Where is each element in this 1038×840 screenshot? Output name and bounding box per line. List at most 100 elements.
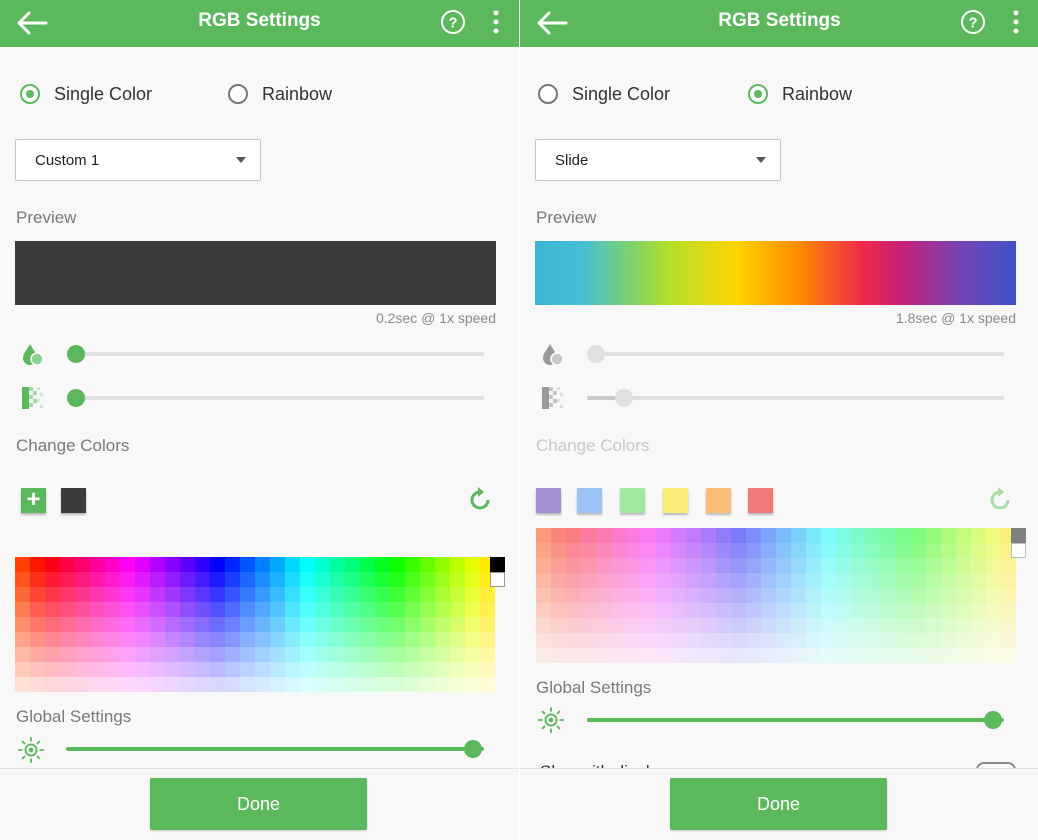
color-cell[interactable] (551, 633, 566, 648)
color-cell[interactable] (731, 618, 746, 633)
color-cell[interactable] (285, 557, 300, 572)
color-cell[interactable] (896, 528, 911, 543)
color-cell[interactable] (746, 588, 761, 603)
color-cell[interactable] (270, 632, 285, 647)
color-cell[interactable] (255, 617, 270, 632)
radio-single-color[interactable]: Single Color (20, 82, 152, 106)
color-cell[interactable] (270, 677, 285, 692)
color-cell[interactable] (641, 543, 656, 558)
color-cell[interactable] (450, 677, 465, 692)
color-cell[interactable] (626, 543, 641, 558)
color-cell[interactable] (150, 602, 165, 617)
color-cell[interactable] (240, 602, 255, 617)
color-cell[interactable] (420, 647, 435, 662)
color-cell[interactable] (270, 587, 285, 602)
color-cell[interactable] (941, 648, 956, 663)
color-cell[interactable] (791, 633, 806, 648)
color-cell[interactable] (551, 558, 566, 573)
color-cell[interactable] (611, 558, 626, 573)
color-cell[interactable] (105, 557, 120, 572)
color-cell[interactable] (420, 677, 435, 692)
color-cell[interactable] (551, 648, 566, 663)
color-cell[interactable] (210, 587, 225, 602)
color-cell[interactable] (465, 647, 480, 662)
color-cell[interactable] (1001, 588, 1016, 603)
color-cell[interactable] (866, 573, 881, 588)
color-cell[interactable] (405, 677, 420, 692)
color-cell[interactable] (285, 617, 300, 632)
color-cell[interactable] (330, 587, 345, 602)
color-cell[interactable] (701, 543, 716, 558)
color-cell[interactable] (686, 573, 701, 588)
color-cell[interactable] (551, 603, 566, 618)
color-cell[interactable] (150, 587, 165, 602)
color-cell[interactable] (716, 633, 731, 648)
color-cell[interactable] (45, 617, 60, 632)
color-cell[interactable] (270, 572, 285, 587)
color-cell[interactable] (45, 587, 60, 602)
color-cell[interactable] (120, 662, 135, 677)
color-cell[interactable] (150, 632, 165, 647)
color-cell[interactable] (480, 617, 495, 632)
color-cell[interactable] (135, 602, 150, 617)
reset-icon[interactable] (466, 486, 494, 514)
color-cell[interactable] (285, 602, 300, 617)
color-cell[interactable] (701, 528, 716, 543)
color-cell[interactable] (626, 588, 641, 603)
radio-rainbow[interactable]: Rainbow (748, 82, 852, 106)
color-cell[interactable] (435, 587, 450, 602)
color-cell[interactable] (150, 617, 165, 632)
color-cell[interactable] (641, 558, 656, 573)
color-cell[interactable] (300, 647, 315, 662)
color-cell[interactable] (626, 603, 641, 618)
color-cell[interactable] (480, 632, 495, 647)
color-cell[interactable] (956, 588, 971, 603)
color-cell[interactable] (90, 617, 105, 632)
color-cell[interactable] (881, 588, 896, 603)
color-cell[interactable] (30, 557, 45, 572)
color-cell[interactable] (90, 602, 105, 617)
color-cell[interactable] (105, 617, 120, 632)
color-cell[interactable] (971, 603, 986, 618)
add-color-button[interactable]: + (21, 488, 46, 513)
color-cell[interactable] (566, 618, 581, 633)
color-cell[interactable] (641, 573, 656, 588)
color-cell[interactable] (60, 632, 75, 647)
color-cell[interactable] (596, 543, 611, 558)
color-cell[interactable] (701, 558, 716, 573)
color-cell[interactable] (551, 618, 566, 633)
color-cell[interactable] (911, 603, 926, 618)
color-cell[interactable] (105, 677, 120, 692)
color-cell[interactable] (806, 648, 821, 663)
color-cell[interactable] (360, 602, 375, 617)
color-cell[interactable] (986, 558, 1001, 573)
color-cell[interactable] (225, 557, 240, 572)
color-cell[interactable] (761, 573, 776, 588)
color-cell[interactable] (345, 572, 360, 587)
color-cell[interactable] (345, 602, 360, 617)
color-cell[interactable] (390, 572, 405, 587)
color-cell[interactable] (240, 572, 255, 587)
color-cell[interactable] (105, 632, 120, 647)
color-cell[interactable] (956, 573, 971, 588)
color-cell[interactable] (195, 602, 210, 617)
color-cell[interactable] (941, 528, 956, 543)
color-cell[interactable] (390, 602, 405, 617)
color-cell[interactable] (761, 528, 776, 543)
color-cell[interactable] (881, 633, 896, 648)
color-cell[interactable] (671, 648, 686, 663)
color-cell[interactable] (716, 588, 731, 603)
color-cell[interactable] (611, 648, 626, 663)
color-cell[interactable] (45, 572, 60, 587)
color-cell[interactable] (315, 677, 330, 692)
color-cell[interactable] (716, 528, 731, 543)
color-cell[interactable] (330, 647, 345, 662)
color-cell[interactable] (536, 573, 551, 588)
color-cell[interactable] (701, 573, 716, 588)
color-cell[interactable] (806, 573, 821, 588)
color-cell[interactable] (150, 662, 165, 677)
color-cell[interactable] (300, 662, 315, 677)
color-cell[interactable] (776, 603, 791, 618)
color-cell[interactable] (566, 648, 581, 663)
color-cell[interactable] (746, 603, 761, 618)
